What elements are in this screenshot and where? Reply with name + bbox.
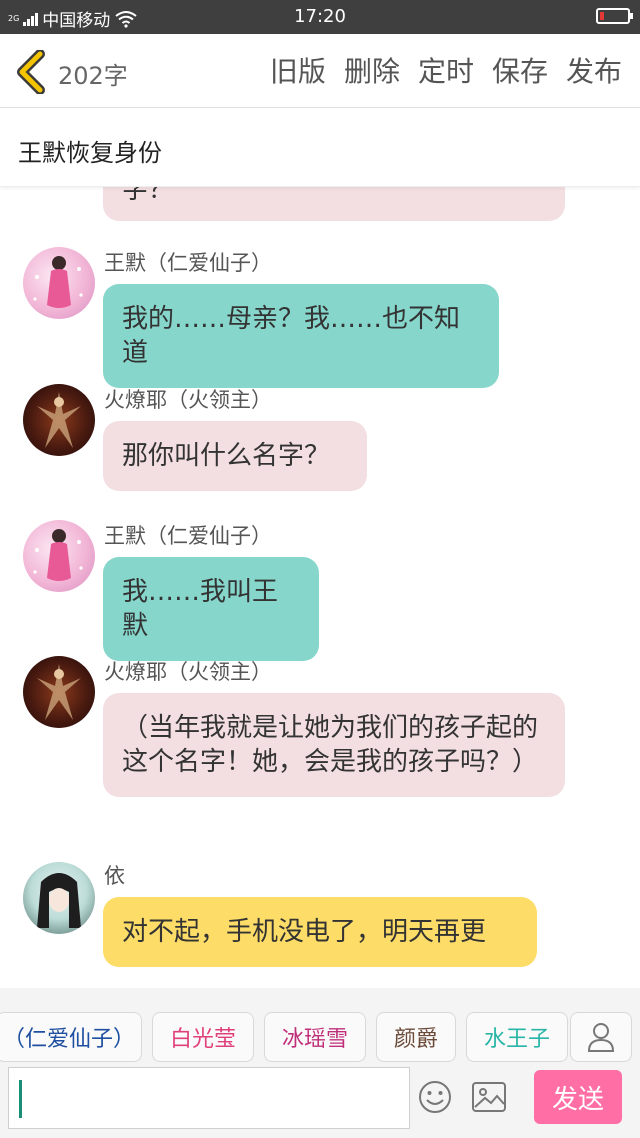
story-title-bar[interactable]: 王默恢复身份 <box>0 109 640 187</box>
fire-lord-avatar[interactable] <box>23 384 95 456</box>
publish-button[interactable]: 发布 <box>566 50 622 90</box>
character-chip[interactable]: 冰瑶雪 <box>264 1012 366 1062</box>
character-chip[interactable]: 颜爵 <box>376 1012 456 1062</box>
chat-list[interactable]: 字？ 王默（仁爱仙子） 我的……母亲？我……也不知道 火燎耶（火领主） 那你叫什… <box>0 187 640 988</box>
story-title: 王默恢复身份 <box>18 139 162 167</box>
author-avatar[interactable] <box>23 862 95 934</box>
message-text: （当年我就是让她为我们的孩子起的这个名字！她，会是我的孩子吗？） <box>122 713 539 777</box>
message-bubble[interactable]: 字？ <box>103 187 565 221</box>
sender-name: 火燎耶（火领主） <box>104 388 272 412</box>
message-text: 我的……母亲？我……也不知道 <box>122 304 461 368</box>
pink-fairy-avatar[interactable] <box>23 247 95 319</box>
clock: 17:20 <box>294 6 346 27</box>
delete-button[interactable]: 删除 <box>344 50 400 90</box>
old-version-button[interactable]: 旧版 <box>270 50 326 90</box>
person-icon <box>587 1023 615 1052</box>
character-chip[interactable]: （仁爱仙子） <box>0 1012 142 1062</box>
header-actions: 旧版 删除 定时 保存 发布 <box>270 50 622 90</box>
character-selector: （仁爱仙子） 白光莹 冰瑶雪 颜爵 水王子 <box>0 988 640 1064</box>
status-bar: 2G 中国移动 17:20 <box>0 0 640 34</box>
character-chip[interactable]: 白光莹 <box>152 1012 254 1062</box>
sender-name: 火燎耶（火领主） <box>104 660 272 684</box>
message-bubble[interactable]: 我……我叫王默 <box>103 557 319 661</box>
send-button[interactable]: 发送 <box>534 1070 622 1124</box>
message-text: 我……我叫王默 <box>122 577 279 641</box>
message-input[interactable] <box>8 1067 410 1129</box>
message-text: 字？ <box>122 187 175 205</box>
editor-header: 202字 旧版 删除 定时 保存 发布 <box>0 34 640 108</box>
schedule-button[interactable]: 定时 <box>418 50 474 90</box>
add-character-button[interactable] <box>570 1012 632 1062</box>
back-arrow-icon[interactable] <box>14 50 50 94</box>
sender-name: 王默（仁爱仙子） <box>104 251 272 275</box>
image-icon[interactable] <box>472 1082 506 1112</box>
pink-fairy-avatar[interactable] <box>23 520 95 592</box>
word-count: 202字 <box>58 62 128 90</box>
character-chip[interactable]: 水王子 <box>466 1012 568 1062</box>
message-text: 那你叫什么名字？ <box>122 441 331 471</box>
sender-name: 王默（仁爱仙子） <box>104 524 272 548</box>
message-text: 对不起，手机没电了，明天再更 <box>122 917 487 947</box>
input-bar: 发送 <box>0 1064 640 1138</box>
text-caret <box>19 1080 22 1118</box>
save-button[interactable]: 保存 <box>492 50 548 90</box>
sender-name: 依 <box>104 864 125 888</box>
fire-lord-avatar[interactable] <box>23 656 95 728</box>
message-bubble[interactable]: （当年我就是让她为我们的孩子起的这个名字！她，会是我的孩子吗？） <box>103 693 565 797</box>
message-bubble[interactable]: 对不起，手机没电了，明天再更 <box>103 897 537 967</box>
emoji-icon[interactable] <box>418 1080 452 1114</box>
battery-icon <box>596 8 633 24</box>
message-bubble[interactable]: 我的……母亲？我……也不知道 <box>103 284 499 388</box>
message-bubble[interactable]: 那你叫什么名字？ <box>103 421 367 491</box>
